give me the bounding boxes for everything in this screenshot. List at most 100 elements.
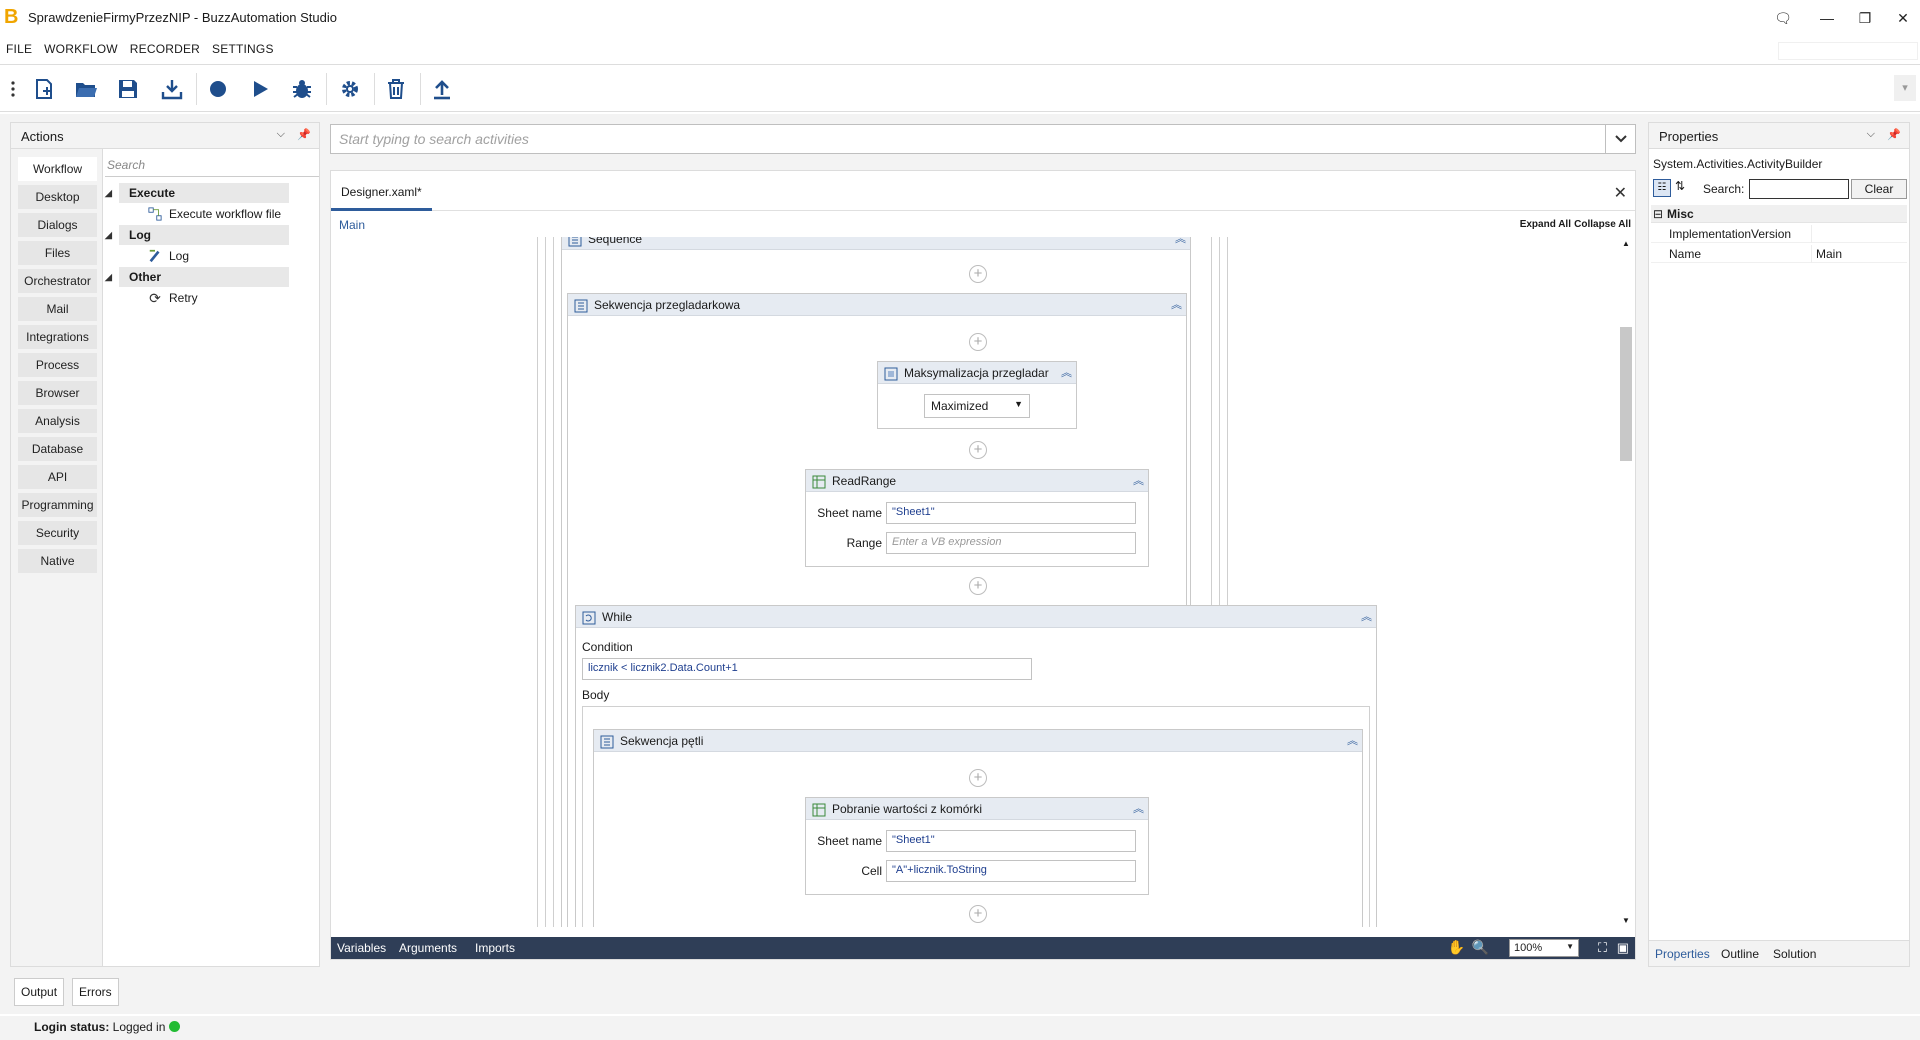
group-execute[interactable]: ◢ Execute [105,183,289,203]
collapse-icon[interactable]: ︽ [1133,470,1144,492]
action-log[interactable]: Log [147,245,319,267]
close-button[interactable]: ✕ [1888,6,1918,30]
tab-output[interactable]: Output [14,978,65,1006]
category-api[interactable]: API [18,465,97,489]
collapse-icon[interactable]: ⊟ [1653,205,1663,223]
tab-solution[interactable]: Solution [1773,947,1816,961]
pin-icon[interactable]: 📌 [1887,128,1901,141]
action-execute-workflow-file[interactable]: Execute workflow file [147,203,319,225]
close-icon[interactable]: ✕ [1614,183,1627,203]
condition-input[interactable]: licznik < licznik2.Data.Count+1 [582,658,1032,680]
property-row[interactable]: Name Main [1651,245,1907,263]
category-process[interactable]: Process [18,353,97,377]
activity-maximize-browser[interactable]: Maksymalizacja przegladar ︽ Maximized ▼ [877,361,1077,429]
sort-alpha-icon[interactable]: ⇅ [1675,179,1685,193]
restore-button[interactable]: ❐ [1850,6,1880,30]
add-activity-button[interactable]: + [969,577,987,595]
property-row[interactable]: ImplementationVersion [1651,225,1907,243]
expand-icon[interactable]: ◢ [105,183,112,203]
imports-tab[interactable]: Imports [475,941,515,955]
add-activity-button[interactable]: + [969,441,987,459]
run-icon[interactable] [246,75,274,103]
collapse-all-button[interactable]: Collapse All [1574,219,1631,230]
scrollbar-thumb[interactable] [1620,327,1632,461]
activity-get-cell-value[interactable]: Pobranie wartości z komórki ︽ Sheet name… [805,797,1149,895]
add-activity-button[interactable]: + [969,265,987,283]
category-programming[interactable]: Programming [18,493,97,517]
sheet-name-input[interactable]: "Sheet1" [886,502,1136,524]
collapse-icon[interactable]: ︽ [1171,294,1182,316]
menu-workflow[interactable]: WORKFLOW [38,38,124,56]
menu-settings[interactable]: SETTINGS [206,38,280,56]
group-log[interactable]: ◢ Log [105,225,289,245]
window-state-select[interactable]: Maximized ▼ [924,394,1030,418]
cell-input[interactable]: "A"+licznik.ToString [886,860,1136,882]
add-activity-button[interactable]: + [969,333,987,351]
save-icon[interactable] [114,75,142,103]
hand-tool-icon[interactable]: ✋ [1448,939,1465,956]
category-files[interactable]: Files [18,241,97,265]
chevron-down-icon[interactable]: ⌵ [1867,128,1875,141]
tab-errors[interactable]: Errors [72,978,119,1006]
menu-file[interactable]: FILE [0,38,38,56]
clear-button[interactable]: Clear [1851,179,1907,199]
toolbar-overflow-button[interactable]: ▾ [1894,75,1916,101]
minimize-button[interactable]: — [1812,6,1842,30]
fit-to-screen-icon[interactable]: ⛶ [1598,940,1607,956]
actions-search-input[interactable]: Search [105,155,319,177]
pin-icon[interactable]: 📌 [297,128,311,141]
collapse-icon[interactable]: ︽ [1347,730,1358,752]
tab-designer[interactable]: Designer.xaml* [331,171,432,211]
tab-outline[interactable]: Outline [1721,947,1759,961]
category-integrations[interactable]: Integrations [18,325,97,349]
group-other[interactable]: ◢ Other [105,267,289,287]
category-orchestrator[interactable]: Orchestrator [18,269,97,293]
download-icon[interactable] [158,75,186,103]
arguments-tab[interactable]: Arguments [399,941,457,955]
category-native[interactable]: Native [18,549,97,573]
menu-search-input[interactable] [1778,42,1918,60]
category-dialogs[interactable]: Dialogs [18,213,97,237]
chevron-down-icon[interactable]: ⌵ [277,128,285,141]
scroll-up-icon[interactable]: ▲ [1622,239,1630,248]
category-security[interactable]: Security [18,521,97,545]
add-activity-button[interactable]: + [969,905,987,923]
activity-search-input[interactable]: Start typing to search activities [330,124,1636,154]
add-activity-button[interactable]: + [969,769,987,787]
activity-read-range[interactable]: ReadRange ︽ Sheet name "Sheet1" Range En… [805,469,1149,567]
delete-icon[interactable] [382,75,410,103]
category-workflow[interactable]: Workflow [18,157,97,181]
collapse-icon[interactable]: ︽ [1061,362,1072,384]
scroll-down-icon[interactable]: ▼ [1622,916,1630,925]
open-folder-icon[interactable] [72,75,100,103]
category-database[interactable]: Database [18,437,97,461]
property-value[interactable]: Main [1811,245,1842,263]
collapse-icon[interactable]: ︽ [1133,798,1144,820]
menu-recorder[interactable]: RECORDER [124,38,206,56]
overview-icon[interactable]: ▣ [1617,940,1629,956]
chat-icon[interactable]: 🗨 [1768,6,1798,30]
action-retry[interactable]: ⟳ Retry [147,287,319,309]
category-browser[interactable]: Browser [18,381,97,405]
canvas-scrollbar[interactable]: ▲ ▼ [1617,237,1635,927]
property-value[interactable] [1811,225,1816,243]
chevron-down-icon[interactable] [1605,125,1635,153]
breadcrumb[interactable]: Main [339,218,365,232]
property-category-misc[interactable]: ⊟ Misc [1651,205,1907,223]
debug-icon[interactable] [288,75,316,103]
workflow-canvas[interactable]: Sequence ︽ + Sekwencja przegladarkowa ︽ … [331,237,1619,927]
categorized-view-icon[interactable]: ☷ [1653,179,1671,197]
category-analysis[interactable]: Analysis [18,409,97,433]
settings-icon[interactable] [336,75,364,103]
category-mail[interactable]: Mail [18,297,97,321]
expand-all-button[interactable]: Expand All [1520,219,1571,230]
category-desktop[interactable]: Desktop [18,185,97,209]
collapse-icon[interactable]: ︽ [1175,237,1186,250]
zoom-select[interactable]: 100% ▼ [1509,939,1579,957]
collapse-icon[interactable]: ︽ [1361,606,1372,628]
properties-search-input[interactable] [1749,179,1849,199]
range-input[interactable]: Enter a VB expression [886,532,1136,554]
expand-icon[interactable]: ◢ [105,225,112,245]
sheet-name-input[interactable]: "Sheet1" [886,830,1136,852]
variables-tab[interactable]: Variables [337,941,386,955]
